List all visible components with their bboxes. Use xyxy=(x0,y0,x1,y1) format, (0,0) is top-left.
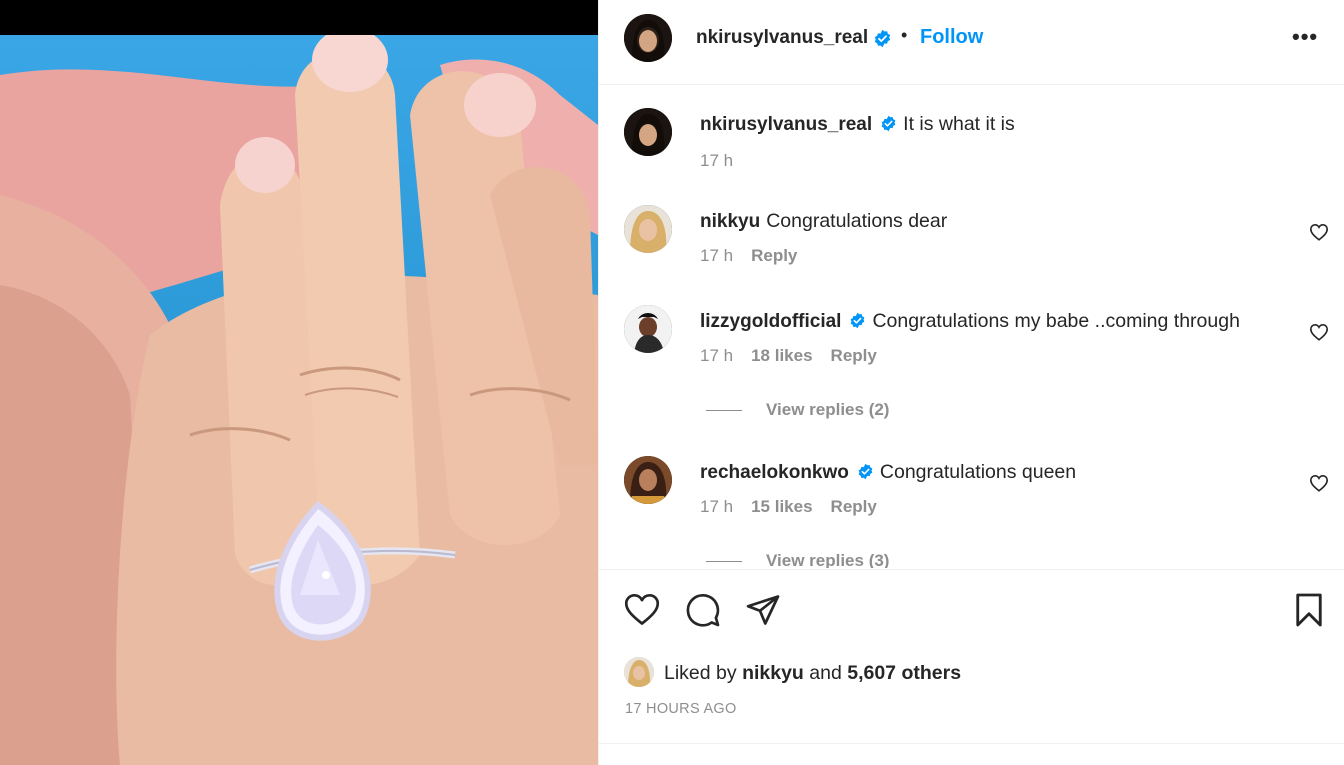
share-paper-plane-icon[interactable] xyxy=(745,592,781,628)
liker-avatar xyxy=(624,657,654,687)
verified-badge-icon xyxy=(881,115,896,132)
post-details-panel: nkirusylvanus_real • Follow ••• nkirusyl… xyxy=(598,0,1344,765)
author-username[interactable]: nkirusylvanus_real xyxy=(696,27,868,49)
commenter-avatar[interactable] xyxy=(624,205,672,253)
comment-bubble-icon[interactable] xyxy=(685,592,721,628)
more-options-icon[interactable]: ••• xyxy=(1292,24,1318,50)
liked-by-prefix: Liked by xyxy=(664,662,737,684)
commenter-avatar[interactable] xyxy=(624,305,672,353)
liked-by-user[interactable]: nikkyu xyxy=(742,662,804,684)
save-bookmark-icon[interactable] xyxy=(1291,592,1327,628)
caption-text: It is what it is xyxy=(903,113,1015,135)
comment-time: 17 h xyxy=(700,246,734,265)
liked-by-and: and xyxy=(809,662,842,684)
comment-username[interactable]: lizzygoldofficial xyxy=(700,311,841,332)
author-avatar[interactable] xyxy=(624,14,672,62)
like-comment-heart-icon[interactable] xyxy=(1309,223,1329,241)
view-replies-line xyxy=(706,410,742,412)
post-header: nkirusylvanus_real • Follow ••• xyxy=(599,0,1344,85)
comment-time: 17 h xyxy=(700,346,734,365)
author-avatar[interactable] xyxy=(624,108,672,156)
comment-username[interactable]: rechaelokonkwo xyxy=(700,462,849,483)
hand-with-ring-illustration xyxy=(0,35,598,765)
liked-by-summary[interactable]: Liked by nikkyu and 5,607 others xyxy=(624,657,961,687)
post-time-ago[interactable]: 17 HOURS AGO xyxy=(625,701,737,717)
comment-likes[interactable]: 18 likes xyxy=(751,346,812,365)
caption-time: 17 h xyxy=(700,151,734,170)
view-replies-line xyxy=(706,561,742,563)
commenter-avatar[interactable] xyxy=(624,456,672,504)
comments-list[interactable]: nkirusylvanus_real It is what it is 17 h … xyxy=(599,86,1344,568)
verified-badge-icon xyxy=(858,463,873,480)
comment-username[interactable]: nikkyu xyxy=(700,211,760,232)
comment-likes[interactable]: 15 likes xyxy=(751,497,812,516)
like-comment-heart-icon[interactable] xyxy=(1309,323,1329,341)
verified-badge-icon xyxy=(851,312,865,329)
reply-button[interactable]: Reply xyxy=(831,346,877,365)
comment-text: Congratulations dear xyxy=(766,210,948,232)
view-replies-label: View replies (2) xyxy=(766,400,890,419)
ring-photo xyxy=(0,35,598,765)
separator-dot: • xyxy=(901,25,908,45)
post-actions: Liked by nikkyu and 5,607 others 17 HOUR… xyxy=(599,569,1344,745)
comment-text: Congratulations my babe ..coming through xyxy=(872,310,1240,332)
follow-button[interactable]: Follow xyxy=(920,26,983,49)
reply-button[interactable]: Reply xyxy=(831,497,877,516)
view-replies-button[interactable]: View replies (2) xyxy=(706,400,889,420)
comment-time: 17 h xyxy=(700,497,734,516)
liked-by-others[interactable]: 5,607 others xyxy=(847,662,961,684)
view-replies-button[interactable]: View replies (3) xyxy=(706,551,889,568)
view-replies-label: View replies (3) xyxy=(766,551,890,568)
like-comment-heart-icon[interactable] xyxy=(1309,474,1329,492)
like-heart-icon[interactable] xyxy=(624,592,660,628)
divider xyxy=(599,743,1344,744)
reply-button[interactable]: Reply xyxy=(751,246,797,265)
comment-text: Congratulations queen xyxy=(879,461,1077,483)
verified-badge-icon xyxy=(874,29,891,48)
caption-username[interactable]: nkirusylvanus_real xyxy=(700,114,872,135)
post-media[interactable] xyxy=(0,0,598,765)
